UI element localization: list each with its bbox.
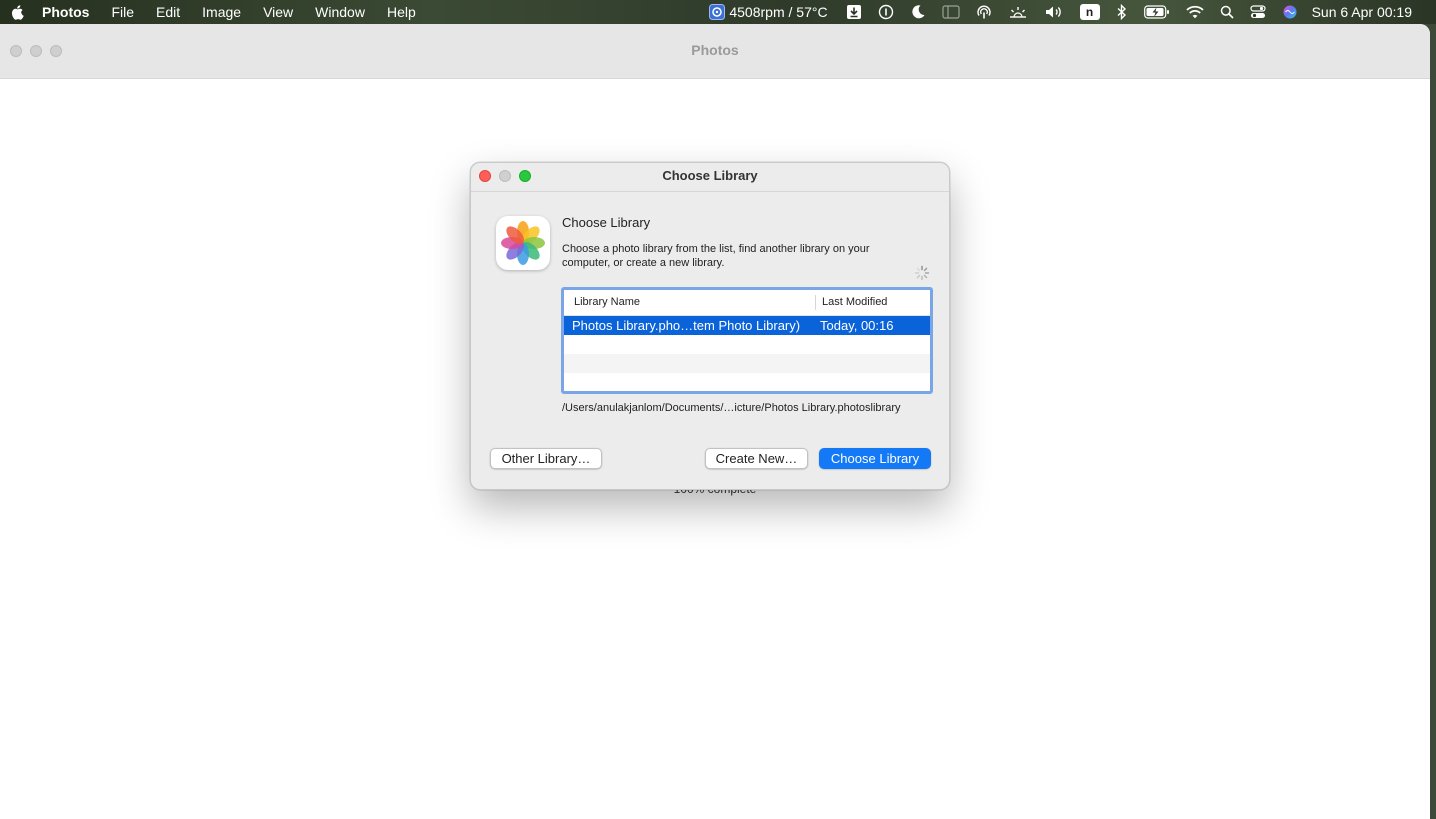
battery-status-item[interactable] <box>1143 0 1170 24</box>
library-name-cell: Photos Library.pho…tem Photo Library) <box>572 318 801 333</box>
menu-window[interactable]: Window <box>315 4 365 20</box>
siri-status-item[interactable] <box>1282 0 1298 24</box>
column-header-library-name[interactable]: Library Name <box>564 295 816 310</box>
fan-status-text: 4508rpm / 57°C <box>729 4 828 20</box>
moon-icon <box>911 5 925 19</box>
airdrop-icon <box>976 5 991 19</box>
other-library-button[interactable]: Other Library… <box>490 448 602 469</box>
dialog-description: Choose a photo library from the list, fi… <box>562 243 870 269</box>
table-row-empty <box>564 335 930 354</box>
dialog-heading: Choose Library <box>562 215 651 230</box>
menu-help[interactable]: Help <box>387 4 416 20</box>
photos-app-icon <box>496 216 550 270</box>
search-icon <box>1220 5 1234 19</box>
menu-bar: Photos File Edit Image View Window Help … <box>0 0 1436 24</box>
table-row[interactable]: Photos Library.pho…tem Photo Library) To… <box>564 316 930 335</box>
menu-app-name[interactable]: Photos <box>42 4 89 20</box>
sidebar-status-item[interactable] <box>941 0 960 24</box>
menu-view[interactable]: View <box>263 4 293 20</box>
main-window-titlebar: Photos <box>0 24 1430 79</box>
dialog-title: Choose Library <box>662 168 758 183</box>
download-box-icon <box>846 5 861 19</box>
library-path: /Users/anulakjanlom/Documents/…icture/Ph… <box>562 402 901 414</box>
dialog-titlebar: Choose Library <box>471 163 949 192</box>
loading-spinner-icon <box>914 265 930 281</box>
spotlight-status-item[interactable] <box>1220 0 1234 24</box>
table-row-empty <box>564 373 930 391</box>
speaker-icon <box>1045 6 1061 18</box>
column-header-last-modified[interactable]: Last Modified <box>816 290 887 315</box>
siri-icon <box>1283 5 1297 19</box>
library-table[interactable]: Library Name Last Modified Photos Librar… <box>561 287 933 394</box>
control-center-icon <box>1249 5 1266 18</box>
brightness-icon <box>1009 7 1026 18</box>
bluetooth-icon <box>1117 4 1126 20</box>
wifi-status-item[interactable] <box>1185 0 1204 24</box>
last-modified-cell: Today, 00:16 <box>820 318 894 333</box>
focus-status-item[interactable] <box>910 0 926 24</box>
info-status-item[interactable] <box>878 0 894 24</box>
choose-library-dialog: Choose Library Choose Library Choose a p… <box>470 162 950 490</box>
fan-status-item[interactable]: 4508rpm / 57°C <box>709 4 828 20</box>
volume-status-item[interactable] <box>1044 0 1064 24</box>
menu-edit[interactable]: Edit <box>156 4 180 20</box>
wifi-icon <box>1185 5 1204 19</box>
control-center-item[interactable] <box>1249 0 1266 24</box>
input-source-item[interactable]: n <box>1079 0 1100 24</box>
main-window-title: Photos <box>691 42 739 58</box>
create-new-button[interactable]: Create New… <box>705 448 808 469</box>
airdrop-status-item[interactable] <box>976 0 992 24</box>
info-circle-icon <box>878 4 893 20</box>
download-status-item[interactable] <box>846 0 862 24</box>
library-table-header: Library Name Last Modified <box>564 290 930 316</box>
table-row-empty <box>564 354 930 373</box>
fan-monitor-icon <box>709 4 726 20</box>
sidebar-icon <box>941 5 960 19</box>
choose-library-button[interactable]: Choose Library <box>819 448 931 469</box>
menu-image[interactable]: Image <box>202 4 241 20</box>
battery-charging-icon <box>1143 5 1169 19</box>
bluetooth-status-item[interactable] <box>1116 0 1128 24</box>
input-source-label: n <box>1079 4 1100 20</box>
brightness-status-item[interactable] <box>1008 0 1028 24</box>
apple-logo-icon[interactable] <box>10 4 26 20</box>
menu-file[interactable]: File <box>111 4 134 20</box>
menu-clock[interactable]: Sun 6 Apr 00:19 <box>1312 4 1412 20</box>
